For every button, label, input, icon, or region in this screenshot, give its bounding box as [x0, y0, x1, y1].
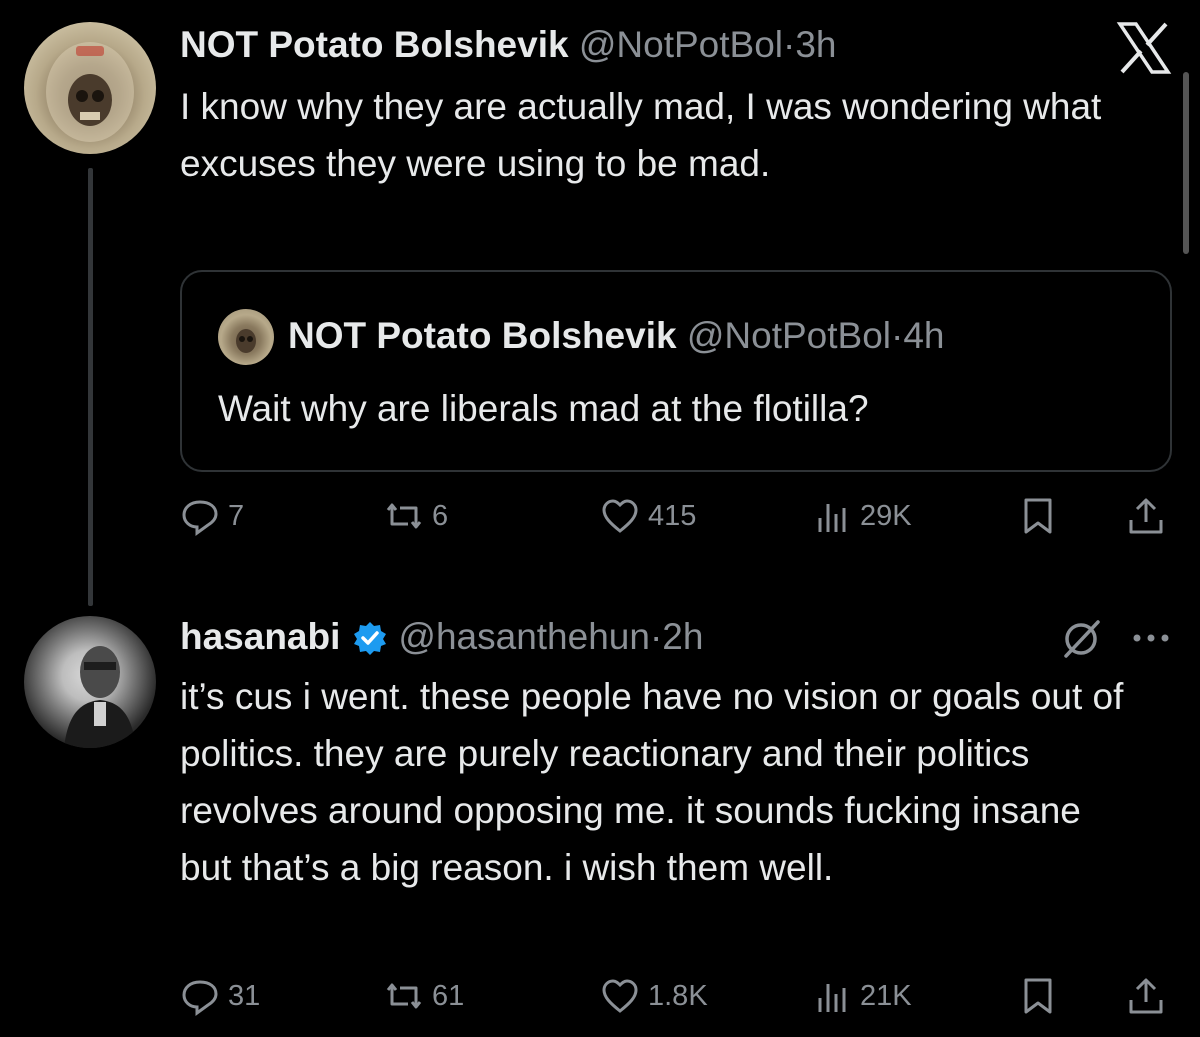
retweet-button[interactable]: 6 — [384, 496, 448, 536]
views-button[interactable]: 29K — [812, 496, 912, 536]
share-button[interactable] — [1126, 976, 1174, 1016]
views-count: 29K — [860, 499, 912, 532]
views-icon — [818, 504, 846, 532]
views-count: 21K — [860, 979, 912, 1012]
share-icon — [1129, 978, 1163, 1014]
like-button[interactable]: 415 — [600, 496, 696, 536]
heart-icon — [602, 979, 638, 1013]
reply-button[interactable]: 31 — [180, 976, 260, 1016]
timestamp[interactable]: 3h — [795, 24, 836, 65]
share-icon — [1129, 498, 1163, 534]
like-count: 415 — [648, 499, 697, 532]
tweet-actions: 31 61 1.8K 21K — [180, 976, 1170, 1026]
tweet-header: hasanabi @hasanthehun · 2h — [180, 612, 703, 662]
retweet-count: 61 — [432, 979, 465, 1012]
separator: · — [891, 315, 904, 356]
retweet-button[interactable]: 61 — [384, 976, 464, 1016]
tweet-actions: 7 6 415 29K — [180, 496, 1170, 546]
quoted-author-handle: @NotPotBol — [686, 315, 891, 356]
quoted-tweet-text: Wait why are liberals mad at the flotill… — [218, 388, 869, 429]
author-handle[interactable]: @NotPotBol — [579, 24, 783, 65]
scrollbar[interactable] — [1183, 72, 1189, 254]
quoted-tweet-header: NOT Potato Bolshevik @NotPotBol·4h — [288, 312, 944, 360]
bookmark-icon — [1024, 498, 1052, 534]
reply-count: 31 — [228, 979, 261, 1012]
more-options-icon[interactable] — [1128, 618, 1174, 658]
quoted-timestamp: 4h — [903, 315, 945, 356]
reply-icon — [182, 980, 218, 1016]
author-name[interactable]: hasanabi — [180, 612, 340, 662]
bookmark-button[interactable] — [1018, 496, 1066, 536]
retweet-count: 6 — [432, 499, 449, 532]
grok-icon[interactable] — [1058, 616, 1104, 662]
quoted-tweet[interactable] — [180, 270, 1172, 472]
retweet-icon — [386, 983, 422, 1009]
heart-icon — [602, 499, 638, 533]
retweet-icon — [386, 503, 422, 529]
views-icon — [818, 984, 846, 1012]
author-name[interactable]: NOT Potato Bolshevik — [180, 24, 569, 65]
like-count: 1.8K — [648, 979, 708, 1012]
share-button[interactable] — [1126, 496, 1174, 536]
views-button[interactable]: 21K — [812, 976, 912, 1016]
reply-button[interactable]: 7 — [180, 496, 244, 536]
reply-count: 7 — [228, 499, 245, 532]
tweet-text: I know why they are actually mad, I was … — [180, 86, 1102, 184]
avatar[interactable] — [24, 22, 156, 154]
avatar[interactable] — [24, 616, 156, 748]
separator: · — [649, 616, 663, 657]
tweet-text: it’s cus i went. these people have no vi… — [180, 676, 1124, 888]
tweet-header: NOT Potato Bolshevik @NotPotBol·3h — [180, 22, 836, 68]
verified-badge-icon — [352, 619, 388, 655]
thread-connector — [88, 168, 93, 606]
x-logo-icon — [1114, 18, 1174, 78]
quoted-author-name: NOT Potato Bolshevik — [288, 315, 677, 356]
timestamp[interactable]: 2h — [662, 612, 703, 662]
bookmark-icon — [1024, 978, 1052, 1014]
like-button[interactable]: 1.8K — [600, 976, 708, 1016]
bookmark-button[interactable] — [1018, 976, 1066, 1016]
author-handle[interactable]: @hasanthehun — [398, 612, 650, 662]
avatar — [218, 309, 274, 365]
separator: · — [783, 24, 796, 65]
reply-icon — [182, 500, 218, 536]
